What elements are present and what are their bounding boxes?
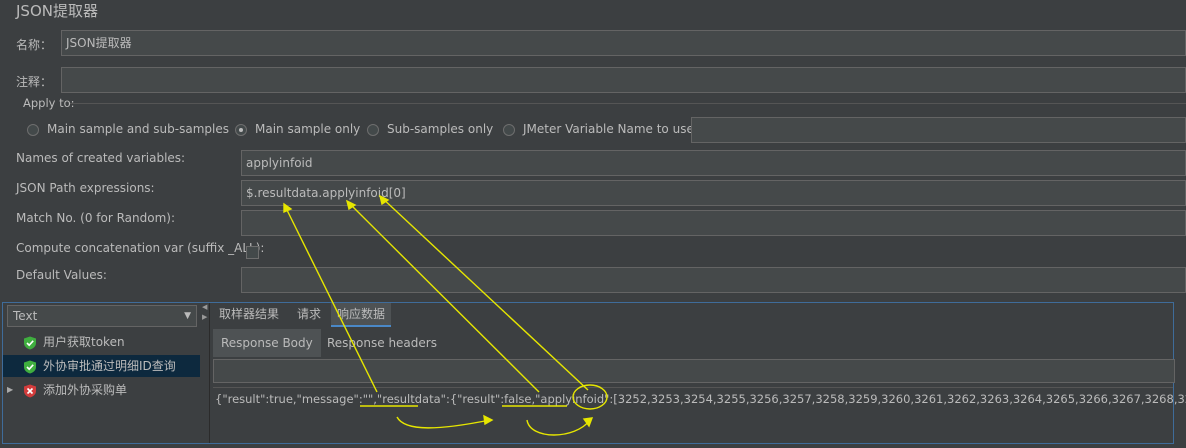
subtab-response-body[interactable]: Response Body <box>213 329 321 357</box>
names-label: Names of created variables: <box>16 151 186 165</box>
tree-item-approval-detail[interactable]: 外协审批通过明细ID查询 <box>3 355 200 377</box>
subtab-response-headers[interactable]: Response headers <box>319 329 445 357</box>
radio-sub-only[interactable] <box>367 124 379 136</box>
results-panel: Text ▼ 用户获取token 外协审批通过明细ID查询 ▶ 添加外协采购单 … <box>2 302 1186 444</box>
default-field[interactable] <box>241 267 1186 293</box>
radio-main-only-label[interactable]: Main sample only <box>255 122 360 136</box>
renderer-select[interactable]: Text ▼ <box>7 305 197 327</box>
collapse-left-icon[interactable]: ◀ <box>202 303 207 311</box>
concat-checkbox[interactable] <box>246 246 259 259</box>
apply-to-label: Apply to: <box>23 96 75 110</box>
radio-main-and-sub[interactable] <box>27 124 39 136</box>
concat-label: Compute concatenation var (suffix _ALL): <box>16 241 265 255</box>
collapse-right-icon[interactable]: ▶ <box>202 313 207 321</box>
tab-response-data[interactable]: 响应数据 <box>331 303 392 327</box>
tree-item-label: 用户获取token <box>43 335 125 349</box>
result-tree-pane: Text ▼ 用户获取token 外协审批通过明细ID查询 ▶ 添加外协采购单 <box>3 303 201 443</box>
matchno-label: Match No. (0 for Random): <box>16 211 176 225</box>
response-body-content: {"result":true,"message":"","resultdata"… <box>215 392 1186 406</box>
jsonpath-field[interactable]: $.resultdata.applyinfoid[0] <box>241 180 1186 206</box>
apply-to-group-border <box>70 103 1186 104</box>
name-label: 名称： <box>16 38 53 52</box>
radio-main-only[interactable] <box>235 124 247 136</box>
tree-item-label: 外协审批通过明细ID查询 <box>43 359 176 373</box>
default-label: Default Values: <box>16 268 107 282</box>
error-shield-icon <box>23 383 37 405</box>
response-search-input[interactable] <box>213 359 1175 383</box>
names-field[interactable]: applyinfoid <box>241 150 1186 176</box>
jsonpath-label: JSON Path expressions: <box>16 181 155 195</box>
comment-label: 注释： <box>16 75 53 89</box>
tree-item-label: 添加外协采购单 <box>43 383 128 397</box>
pane-splitter[interactable]: ◀ ▶ <box>201 303 210 443</box>
name-field[interactable]: JSON提取器 <box>61 30 1186 56</box>
tree-item-add-purchase-order[interactable]: ▶ 添加外协采购单 <box>3 379 200 401</box>
tree-item-user-token[interactable]: 用户获取token <box>3 331 200 353</box>
success-shield-icon <box>23 335 37 357</box>
radio-main-and-sub-label[interactable]: Main sample and sub-samples <box>47 122 229 136</box>
tab-sampler-result[interactable]: 取样器结果 <box>213 303 285 327</box>
comment-field[interactable] <box>61 67 1186 93</box>
radio-jmeter-variable[interactable] <box>503 124 515 136</box>
radio-sub-only-label[interactable]: Sub-samples only <box>387 122 493 136</box>
renderer-select-value: Text <box>13 309 38 323</box>
jmeter-variable-name-field[interactable] <box>691 117 1186 143</box>
chevron-down-icon: ▼ <box>184 311 191 321</box>
tab-request[interactable]: 请求 <box>291 303 327 327</box>
success-shield-icon <box>23 359 37 381</box>
expand-arrow-icon[interactable]: ▶ <box>7 379 13 401</box>
matchno-field[interactable] <box>241 210 1186 236</box>
radio-jmeter-variable-label[interactable]: JMeter Variable Name to use <box>523 122 694 136</box>
response-body-text[interactable]: {"result":true,"message":"","resultdata"… <box>213 387 1186 444</box>
panel-title: JSON提取器 <box>16 2 98 20</box>
